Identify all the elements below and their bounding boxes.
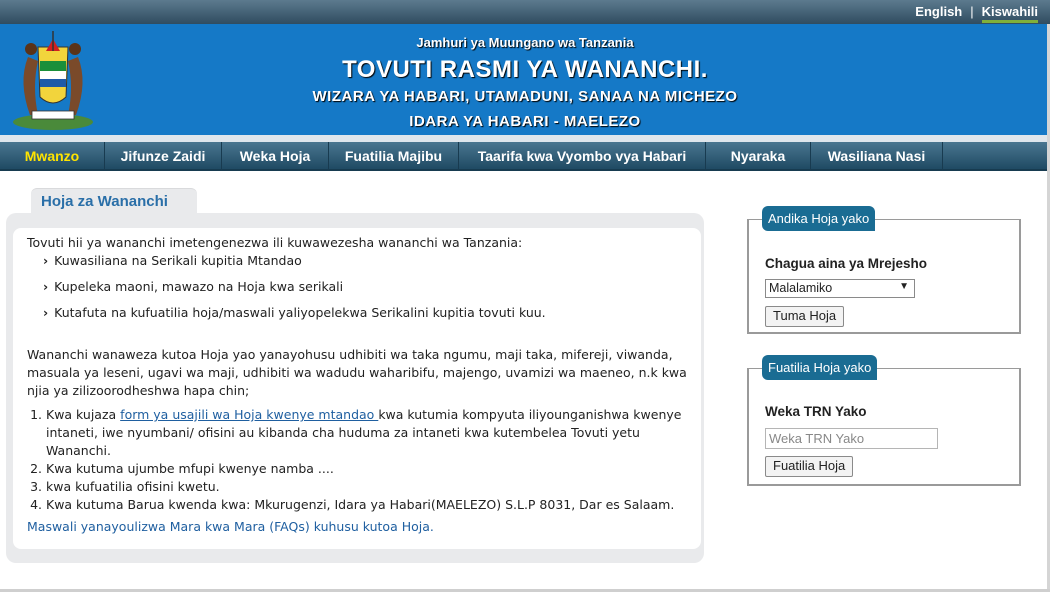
- site-header: Jamhuri ya Muungano wa Tanzania TOVUTI R…: [0, 24, 1050, 135]
- bullet-item: Kuwasiliana na Serikali kupitia Mtandao: [43, 252, 687, 278]
- trn-label: Weka TRN Yako: [765, 404, 867, 419]
- language-bar: English | Kiswahili: [0, 0, 1050, 24]
- list-item-text: intaneti, iwe nyumbani/ ofisini au kiban…: [46, 425, 640, 440]
- submit-query-button[interactable]: Tuma Hoja: [765, 306, 845, 327]
- methods-list: Kwa kujaza form ya usajili wa Hoja kweny…: [27, 406, 687, 514]
- registration-form-link[interactable]: form ya usajili wa Hoja kwenye mtandao: [120, 407, 378, 422]
- ministry-name: WIZARA YA HABARI, UTAMADUNI, SANAA NA MI…: [312, 88, 738, 105]
- faq-link[interactable]: Maswali yanayoulizwa Mara kwa Mara (FAQs…: [27, 518, 687, 536]
- nav-item-fuatilia-majibu[interactable]: Fuatilia Majibu: [329, 142, 459, 171]
- nav-item-jifunze-zaidi[interactable]: Jifunze Zaidi: [105, 142, 222, 171]
- feedback-type-value: Malalamiko: [769, 281, 833, 295]
- description-line: masuala ya leseni, ugavi wa maji, udhibi…: [27, 365, 687, 380]
- nav-item-mwanzo[interactable]: Mwanzo: [0, 142, 105, 171]
- nav-item-taarifa[interactable]: Taarifa kwa Vyombo vya Habari: [459, 142, 706, 171]
- coat-of-arms-icon: [13, 31, 93, 130]
- trn-input[interactable]: Weka TRN Yako: [765, 428, 938, 449]
- list-item: Kwa kujaza form ya usajili wa Hoja kweny…: [46, 406, 687, 460]
- republic-name: Jamhuri ya Muungano wa Tanzania: [416, 35, 634, 50]
- header-strip: [0, 135, 1050, 142]
- track-query-box: Fuatilia Hoja yako Weka TRN Yako Weka TR…: [747, 355, 1021, 486]
- kiswahili-link[interactable]: Kiswahili: [981, 4, 1038, 23]
- tab-hoja-za-wananchi: Hoja za Wananchi: [31, 188, 197, 215]
- list-item: Kwa kutuma ujumbe mfupi kwenye namba ...…: [46, 460, 687, 478]
- feedback-type-select[interactable]: Malalamiko ▼: [765, 279, 915, 298]
- intro-text: Tovuti hii ya wananchi imetengenezwa ili…: [27, 235, 523, 250]
- tab-label: Hoja za Wananchi: [41, 193, 168, 210]
- list-item: kwa kufuatilia ofisini kwetu.: [46, 478, 687, 496]
- submit-query-box: Andika Hoja yako Chagua aina ya Mrejesho…: [747, 206, 1021, 334]
- nav-item-nyaraka[interactable]: Nyaraka: [706, 142, 811, 171]
- track-query-legend: Fuatilia Hoja yako: [762, 355, 878, 380]
- list-item-text: kwa kutumia kompyuta iliyounganishwa kwe…: [378, 407, 682, 422]
- submit-query-legend: Andika Hoja yako: [762, 206, 876, 231]
- bullet-item: Kutafuta na kufuatilia hoja/maswali yali…: [43, 304, 687, 330]
- nav-item-wasiliana-nasi[interactable]: Wasiliana Nasi: [811, 142, 943, 171]
- description-line: Wananchi wanaweza kutoa Hoja yao yanayoh…: [27, 347, 673, 362]
- list-item-text: Wananchi.: [46, 443, 111, 458]
- bullet-item: Kupeleka maoni, mawazo na Hoja kwa serik…: [43, 278, 687, 304]
- department-name: IDARA YA HABARI - MAELEZO: [409, 113, 641, 130]
- description-line: njia ya zilizoorodheshwa hapa chin;: [27, 383, 250, 398]
- content-text: Tovuti hii ya wananchi imetengenezwa ili…: [27, 234, 687, 536]
- track-query-button[interactable]: Fuatilia Hoja: [765, 456, 854, 477]
- list-item-text: Kwa kujaza: [46, 407, 121, 422]
- list-item: Kwa kutuma Barua kwenda kwa: Mkurugenzi,…: [46, 496, 687, 514]
- site-title: TOVUTI RASMI YA WANANCHI.: [342, 56, 708, 83]
- english-link[interactable]: English: [915, 4, 962, 19]
- language-separator: |: [970, 4, 974, 19]
- dropdown-arrow-icon: ▼: [899, 281, 909, 292]
- main-nav: Mwanzo Jifunze Zaidi Weka Hoja Fuatilia …: [0, 142, 1050, 171]
- nav-item-weka-hoja[interactable]: Weka Hoja: [222, 142, 329, 171]
- feedback-type-label: Chagua aina ya Mrejesho: [765, 256, 928, 271]
- language-links: English | Kiswahili: [915, 4, 1038, 23]
